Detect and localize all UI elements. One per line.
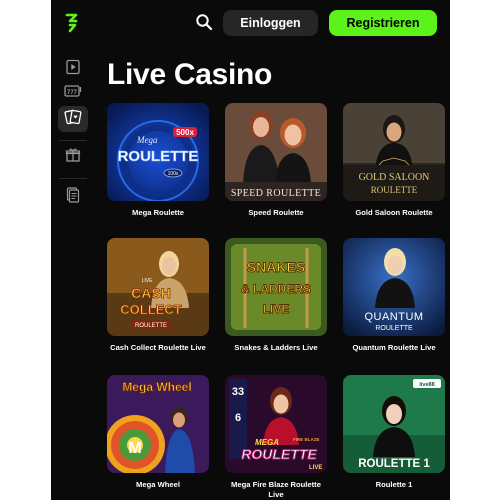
game-thumbnail[interactable]: 33 6 MEGA FIRE BLAZE ROULETTE LIVE: [225, 375, 327, 473]
svg-text:777: 777: [67, 90, 78, 96]
game-title: Snakes & Ladders Live: [234, 343, 318, 352]
multiplier-badge: 500x: [176, 128, 194, 137]
gift-icon: [65, 147, 81, 168]
game-title: Quantum Roulette Live: [352, 343, 436, 352]
game-tile-gold-saloon-roulette[interactable]: GOLD SALOON ROULETTE Gold Saloon Roulett…: [343, 103, 445, 218]
sidebar-item-documents[interactable]: [58, 184, 88, 210]
art-subtitle: ROULETTE: [371, 185, 418, 195]
game-tile-quantum-roulette-live[interactable]: QUANTUM ROULETTE Quantum Roulette Live: [343, 238, 445, 353]
page-title: Live Casino: [107, 58, 273, 91]
provider-badge: live88: [419, 382, 434, 388]
game-thumbnail[interactable]: GOLD SALOON ROULETTE: [343, 103, 445, 201]
game-tile-roulette-1[interactable]: live88 ROULETTE 1 Roulette 1: [343, 375, 445, 490]
sidebar-divider: [59, 140, 87, 141]
search-icon[interactable]: [195, 13, 213, 31]
game-title: Speed Roulette: [248, 208, 304, 217]
art-title: Mega Wheel: [122, 380, 191, 394]
game-title: Gold Saloon Roulette: [355, 208, 433, 217]
play-video-icon: [65, 59, 81, 80]
game-title: Mega Roulette: [132, 208, 184, 217]
art-title: GOLD SALOON: [359, 172, 430, 183]
app-window: Einloggen Registrieren 777 Live Casino 5…: [51, 0, 450, 500]
sidebar-item-videos[interactable]: [58, 56, 88, 82]
game-thumbnail[interactable]: QUANTUM ROULETTE: [343, 238, 445, 336]
art-subtitle: ROULETTE: [375, 325, 413, 332]
sidebar-item-promotions[interactable]: [58, 144, 88, 170]
register-button[interactable]: Registrieren: [329, 10, 437, 36]
art-top: LIVE: [142, 278, 154, 284]
game-thumbnail[interactable]: live88 ROULETTE 1: [343, 375, 445, 473]
number-badge: 33: [232, 386, 244, 398]
game-tile-mega-wheel[interactable]: Mega Wheel M Mega Wheel: [107, 375, 209, 490]
art-title: CASH: [131, 285, 171, 301]
sidebar-item-live-casino[interactable]: [58, 106, 88, 132]
game-title: Mega Fire Blaze Roulette Live: [231, 480, 321, 499]
sidebar: 777: [51, 46, 96, 500]
game-thumbnail[interactable]: LIVE CASH COLLECT ROULETTE: [107, 238, 209, 336]
art-subtitle: & LADDERS: [241, 282, 311, 296]
art-title: SPEED ROULETTE: [231, 188, 321, 199]
game-thumbnail[interactable]: SPEED ROULETTE: [225, 103, 327, 201]
login-button[interactable]: Einloggen: [223, 10, 318, 36]
brand-logo-icon[interactable]: [64, 12, 80, 34]
slot-machine-icon: 777: [64, 84, 82, 103]
art-subtitle-2: FIRE BLAZE: [293, 437, 320, 442]
sidebar-divider: [59, 178, 87, 179]
game-title: Roulette 1: [375, 480, 413, 489]
art-title: ROULETTE: [118, 148, 199, 165]
art-subtitle-2: LIVE: [263, 302, 290, 316]
chip-label: 6: [235, 412, 241, 424]
art-title: QUANTUM: [364, 311, 423, 323]
art-subtitle-2: ROULETTE: [135, 323, 167, 329]
chip-label: 100x: [168, 171, 179, 177]
playing-cards-icon: [64, 108, 82, 131]
art-subtitle: Mega: [136, 135, 158, 145]
art-top: LIVE: [309, 465, 322, 471]
art-title: SNAKES: [247, 259, 305, 275]
art-title: ROULETTE 1: [358, 458, 430, 470]
game-tile-snakes-ladders-live[interactable]: SNAKES & LADDERS LIVE Snakes & Ladders L…: [225, 238, 327, 353]
game-thumbnail[interactable]: 500x Mega ROULETTE 100x: [107, 103, 209, 201]
art-subtitle: M: [128, 440, 141, 457]
game-thumbnail[interactable]: SNAKES & LADDERS LIVE: [225, 238, 327, 336]
game-title: Cash Collect Roulette Live: [110, 343, 206, 352]
game-thumbnail[interactable]: Mega Wheel M: [107, 375, 209, 473]
game-tile-mega-fire-blaze-roulette-live[interactable]: 33 6 MEGA FIRE BLAZE ROULETTE LIVE Mega …: [225, 375, 327, 499]
game-tile-mega-roulette[interactable]: 500x Mega ROULETTE 100x Mega Roulette: [107, 103, 209, 218]
art-subtitle: COLLECT: [120, 302, 181, 317]
game-title: Mega Wheel: [136, 480, 180, 489]
art-title: ROULETTE: [241, 446, 317, 462]
game-tile-speed-roulette[interactable]: SPEED ROULETTE Speed Roulette: [225, 103, 327, 218]
sidebar-item-slots[interactable]: 777: [58, 80, 88, 106]
top-bar: Einloggen Registrieren: [51, 0, 450, 46]
document-list-icon: [66, 186, 80, 208]
game-tile-cash-collect-roulette-live[interactable]: LIVE CASH COLLECT ROULETTE Cash Collect …: [107, 238, 209, 353]
